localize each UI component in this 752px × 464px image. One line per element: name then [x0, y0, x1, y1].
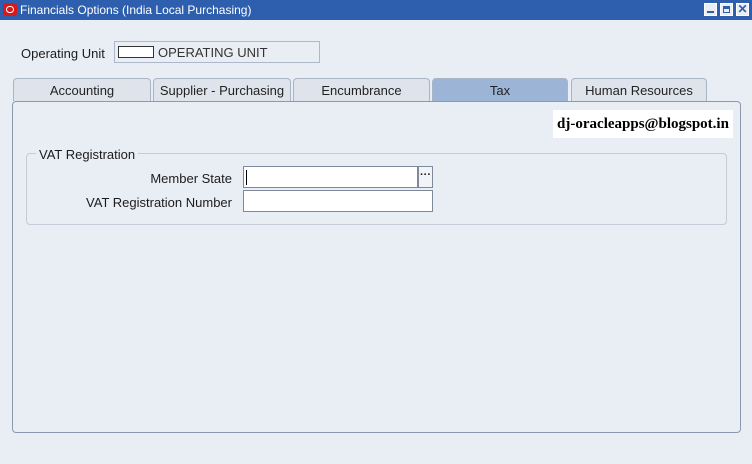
window-titlebar[interactable]: Financials Options (India Local Purchasi…: [0, 0, 752, 20]
vat-registration-group: [26, 153, 727, 225]
tab-accounting[interactable]: Accounting: [13, 78, 151, 101]
tab-supplier-purchasing[interactable]: Supplier - Purchasing: [153, 78, 291, 101]
vat-registration-number-input[interactable]: [243, 190, 433, 212]
tab-encumbrance[interactable]: Encumbrance: [293, 78, 430, 101]
tab-tax[interactable]: Tax: [432, 78, 568, 101]
member-state-label: Member State: [150, 171, 232, 186]
tab-human-resources[interactable]: Human Resources: [571, 78, 707, 101]
vat-registration-title: VAT Registration: [36, 147, 139, 162]
list-of-values-button[interactable]: ···: [418, 166, 433, 188]
text-caret: [246, 170, 247, 185]
maximize-icon[interactable]: [720, 3, 733, 16]
close-icon[interactable]: ✕: [736, 3, 749, 16]
operating-unit-label: Operating Unit: [21, 46, 105, 61]
window-title: Financials Options (India Local Purchasi…: [20, 3, 252, 17]
operating-unit-swatch: [118, 46, 154, 58]
minimize-icon[interactable]: [704, 3, 717, 16]
operating-unit-field[interactable]: OPERATING UNIT: [114, 41, 320, 63]
vat-registration-number-label: VAT Registration Number: [86, 195, 232, 210]
blog-watermark: dj-oracleapps@blogspot.in: [553, 110, 733, 138]
oracle-icon: [3, 3, 17, 16]
operating-unit-value: OPERATING UNIT: [158, 45, 268, 60]
member-state-input[interactable]: [243, 166, 418, 188]
